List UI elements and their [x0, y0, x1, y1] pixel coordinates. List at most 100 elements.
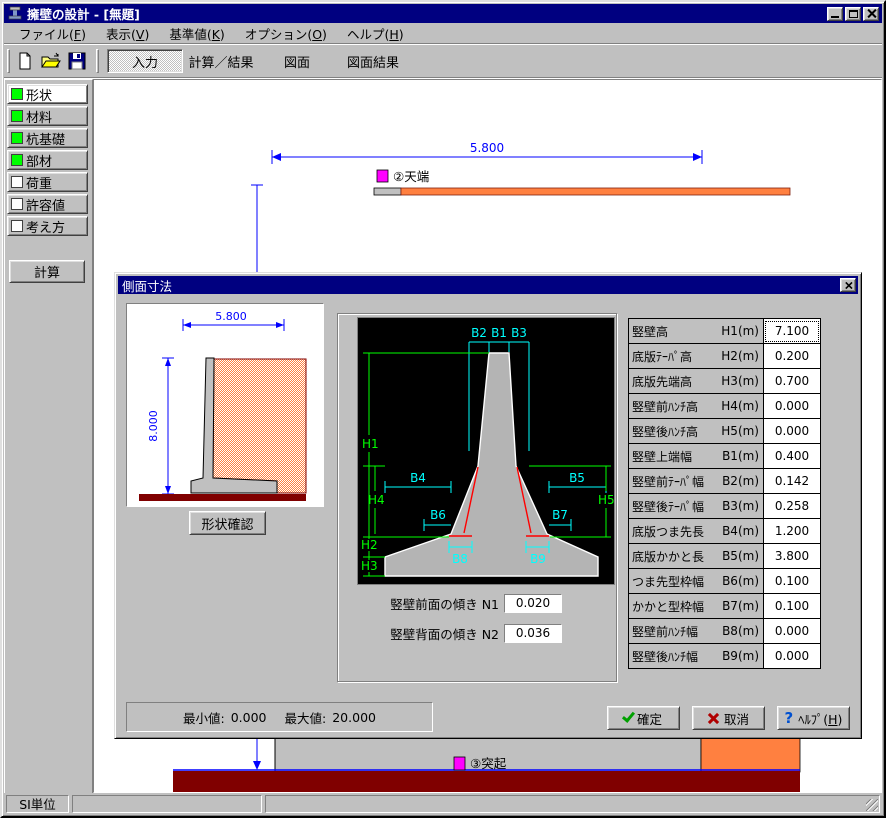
value-cell[interactable]: 0.000	[763, 419, 821, 444]
svg-text:H4: H4	[368, 493, 385, 507]
svg-text:H5: H5	[598, 493, 614, 507]
value-cell[interactable]: 0.400	[763, 444, 821, 469]
preview-height-value: 8.000	[147, 410, 160, 442]
checked-square-icon	[11, 110, 23, 122]
value-cell[interactable]: 0.142	[763, 469, 821, 494]
table-row: 底版かかと長B5(m)3.800	[628, 544, 821, 569]
value-cell[interactable]: 0.200	[763, 344, 821, 369]
front-slope-input[interactable]	[504, 594, 562, 613]
status-panel-2	[72, 795, 262, 813]
save-file-button[interactable]	[65, 49, 89, 73]
width-dimension-value: 5.800	[470, 141, 504, 155]
new-file-button[interactable]	[13, 49, 37, 73]
table-row: 竪壁前ﾃｰﾊﾟ幅B2(m)0.142	[628, 469, 821, 494]
view-tabs: 入力 計算／結果 図面 図面結果	[107, 49, 411, 73]
table-row: つま先型枠幅B6(m)0.100	[628, 569, 821, 594]
unchecked-square-icon	[11, 220, 23, 232]
backfill-top-band	[401, 188, 790, 195]
svg-text:H3: H3	[361, 559, 378, 573]
table-row: 竪壁後ﾊﾝﾁ幅B9(m)0.000	[628, 644, 821, 669]
table-row: 竪壁後ﾃｰﾊﾟ幅B3(m)0.258	[628, 494, 821, 519]
question-icon: ?	[785, 709, 794, 727]
diagram-wall-shape	[385, 353, 598, 576]
sidebar-item-material[interactable]: 材料	[7, 106, 88, 126]
sidebar-item-approach[interactable]: 考え方	[7, 216, 88, 236]
tab-calc-results[interactable]: 計算／結果	[183, 49, 259, 73]
tab-drawing-results[interactable]: 図面結果	[335, 49, 411, 73]
table-row: 竪壁前ﾊﾝﾁ高H4(m)0.000	[628, 394, 821, 419]
value-cell[interactable]: 0.700	[763, 369, 821, 394]
menu-bar: ファイル(F) 表示(V) 基準値(K) オプション(O) ヘルプ(H)	[4, 23, 882, 44]
svg-text:B6: B6	[430, 508, 446, 522]
svg-text:B8: B8	[452, 552, 468, 566]
svg-text:B1: B1	[491, 326, 507, 340]
preview-backfill	[213, 359, 306, 493]
value-cell[interactable]: 3.800	[763, 544, 821, 569]
calculate-button[interactable]: 計算	[9, 260, 85, 283]
sidebar-item-pile-foundation[interactable]: 杭基礎	[7, 128, 88, 148]
tab-input[interactable]: 入力	[107, 49, 183, 73]
close-button[interactable]	[863, 7, 879, 21]
app-icon	[7, 6, 23, 21]
minimize-icon	[831, 16, 839, 18]
ground-strip	[173, 771, 800, 792]
help-button[interactable]: ? ﾍﾙﾌﾟ(H)	[777, 706, 850, 730]
bottom-marker-label: ③突起	[470, 756, 507, 771]
value-cell[interactable]: 0.100	[763, 594, 821, 619]
value-cell[interactable]: 0.100	[763, 569, 821, 594]
toolbar-grip[interactable]	[7, 49, 10, 73]
tab-drawing[interactable]: 図面	[259, 49, 335, 73]
wall-top-band	[374, 188, 401, 195]
table-row: 竪壁上端幅B1(m)0.400	[628, 444, 821, 469]
dimensions-table: 竪壁高H1(m)7.100 底版ﾃｰﾊﾟ高H2(m)0.200 底版先端高H3(…	[628, 318, 821, 669]
svg-text:H2: H2	[361, 538, 378, 552]
value-cell[interactable]: 1.200	[763, 519, 821, 544]
table-row: 底版ﾃｰﾊﾟ高H2(m)0.200	[628, 344, 821, 369]
menu-options[interactable]: オプション(O)	[238, 22, 334, 45]
menu-view[interactable]: 表示(V)	[99, 22, 156, 45]
cross-section-diagram: B2 B1 B3 B4 B6 B5 B7 B8 B9	[357, 317, 615, 585]
resize-grip[interactable]	[866, 799, 878, 811]
open-folder-icon	[41, 52, 61, 70]
x-icon	[708, 713, 719, 724]
value-cell[interactable]: 0.000	[763, 644, 821, 669]
back-slope-label: 竪壁背面の傾き N2	[346, 624, 504, 643]
min-max-info: 最小値:0.000 最大値:20.000	[126, 702, 433, 732]
close-icon	[867, 9, 876, 18]
back-slope-input[interactable]	[504, 624, 562, 643]
menu-file[interactable]: ファイル(F)	[12, 22, 93, 45]
preview-width-value: 5.800	[215, 310, 247, 323]
menu-standard-values[interactable]: 基準値(K)	[162, 22, 231, 45]
menu-help[interactable]: ヘルプ(H)	[340, 22, 411, 45]
value-cell[interactable]: 0.000	[763, 394, 821, 419]
top-marker-label: ②天端	[393, 169, 429, 184]
unchecked-square-icon	[11, 176, 23, 188]
toolbar-grip-2[interactable]	[96, 49, 99, 73]
table-row: 竪壁高H1(m)7.100	[628, 319, 821, 344]
maximize-icon	[849, 10, 858, 18]
top-marker-swatch	[377, 170, 388, 182]
shape-preview: 5.800 8.000	[126, 303, 324, 507]
value-cell[interactable]: 7.100	[763, 319, 821, 344]
maximize-button[interactable]	[845, 7, 861, 21]
new-file-icon	[16, 52, 34, 70]
dialog-close-button[interactable]	[840, 278, 856, 292]
sidebar-item-shape[interactable]: 形状	[7, 84, 88, 104]
value-cell[interactable]: 0.000	[763, 619, 821, 644]
open-file-button[interactable]	[39, 49, 63, 73]
app-window: 擁壁の設計 - [無題] ファイル(F) 表示(V) 基準値(K) オプション(…	[0, 0, 886, 818]
minimize-button[interactable]	[827, 7, 843, 21]
window-title: 擁壁の設計 - [無題]	[27, 4, 140, 23]
value-cell[interactable]: 0.258	[763, 494, 821, 519]
cancel-button[interactable]: 取消	[692, 706, 765, 730]
sidebar-item-load[interactable]: 荷重	[7, 172, 88, 192]
save-disk-icon	[68, 52, 86, 70]
sidebar-item-allowable-values[interactable]: 許容値	[7, 194, 88, 214]
dialog-title: 側面寸法	[122, 276, 172, 295]
shape-confirm-button[interactable]: 形状確認	[189, 511, 266, 535]
sidebar-item-member[interactable]: 部材	[7, 150, 88, 170]
preview-ground	[139, 494, 306, 501]
ok-button[interactable]: 確定	[607, 706, 680, 730]
check-icon	[622, 709, 635, 723]
toolbar: 入力 計算／結果 図面 図面結果	[4, 45, 882, 78]
